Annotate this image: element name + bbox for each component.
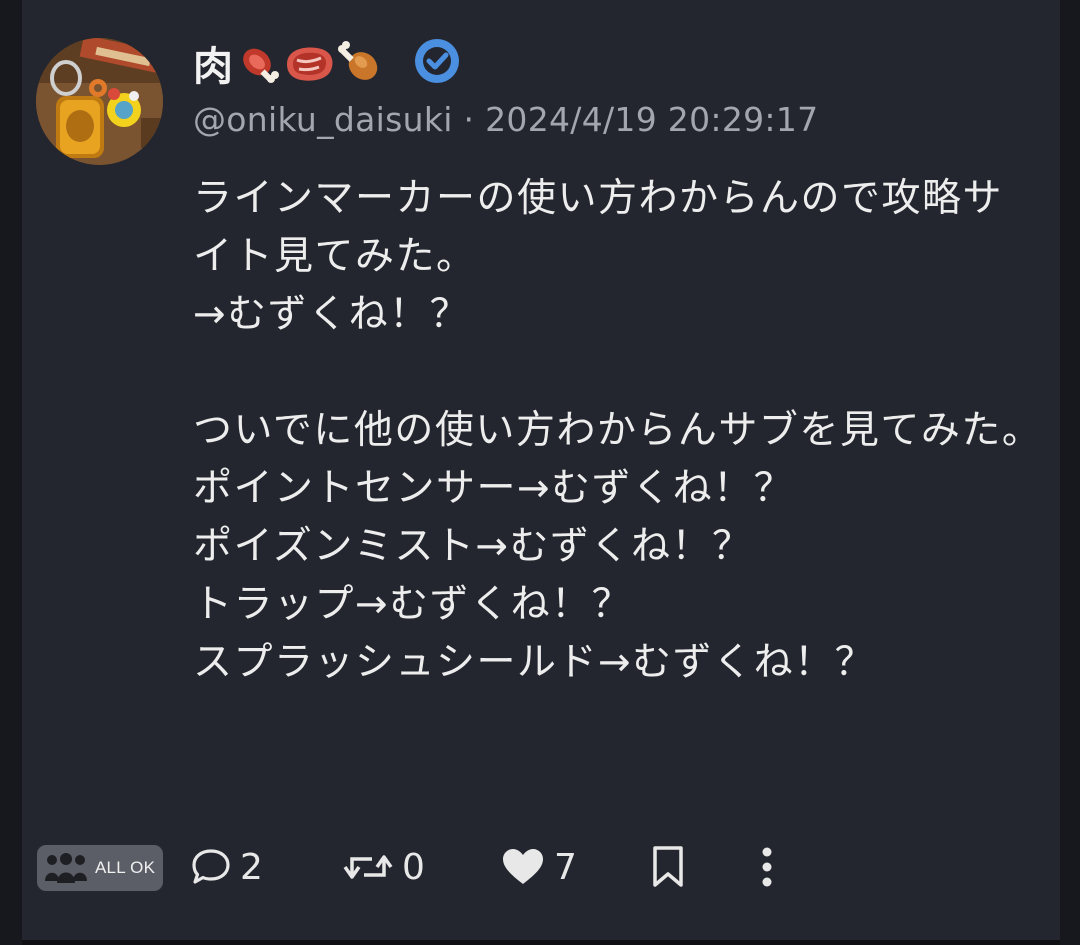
visibility-badge[interactable]: ALL OK — [37, 845, 163, 891]
like-button[interactable]: 7 — [500, 840, 577, 894]
more-vertical-icon — [762, 847, 772, 887]
post-timestamp[interactable]: 2024/4/19 20:29:17 — [485, 100, 818, 139]
cut-of-meat-icon — [287, 47, 333, 81]
heart-icon — [503, 849, 543, 884]
like-count: 7 — [554, 846, 577, 888]
avatar[interactable] — [36, 38, 163, 165]
author-display-name[interactable]: 肉 — [193, 36, 383, 90]
renote-button[interactable]: 0 — [342, 840, 425, 894]
reply-button[interactable]: 2 — [190, 840, 263, 894]
avatar-image — [36, 38, 163, 165]
reply-icon — [192, 849, 230, 884]
meta-separator: · — [463, 100, 475, 139]
reply-count: 2 — [240, 846, 263, 888]
more-options-button[interactable] — [752, 840, 782, 894]
bookmark-button[interactable] — [648, 840, 688, 894]
visibility-label: ALL OK — [95, 858, 156, 877]
meat-on-bone-icon — [243, 48, 279, 83]
post-body: ラインマーカーの使い方わからんので攻略サイト見てみた。 →むずくね！？ ついでに… — [193, 176, 1043, 685]
verified-badge-icon — [415, 39, 459, 83]
renote-count: 0 — [402, 846, 425, 888]
divider — [22, 940, 1060, 945]
bookmark-icon — [653, 846, 683, 887]
post-meta: @oniku_daisuki · 2024/4/19 20:29:17 — [193, 100, 818, 139]
author-handle[interactable]: @oniku_daisuki — [193, 100, 453, 139]
renote-icon — [343, 855, 393, 879]
display-name-text: 肉 — [193, 44, 233, 90]
poultry-leg-icon — [338, 41, 378, 80]
group-users-icon — [45, 853, 87, 883]
